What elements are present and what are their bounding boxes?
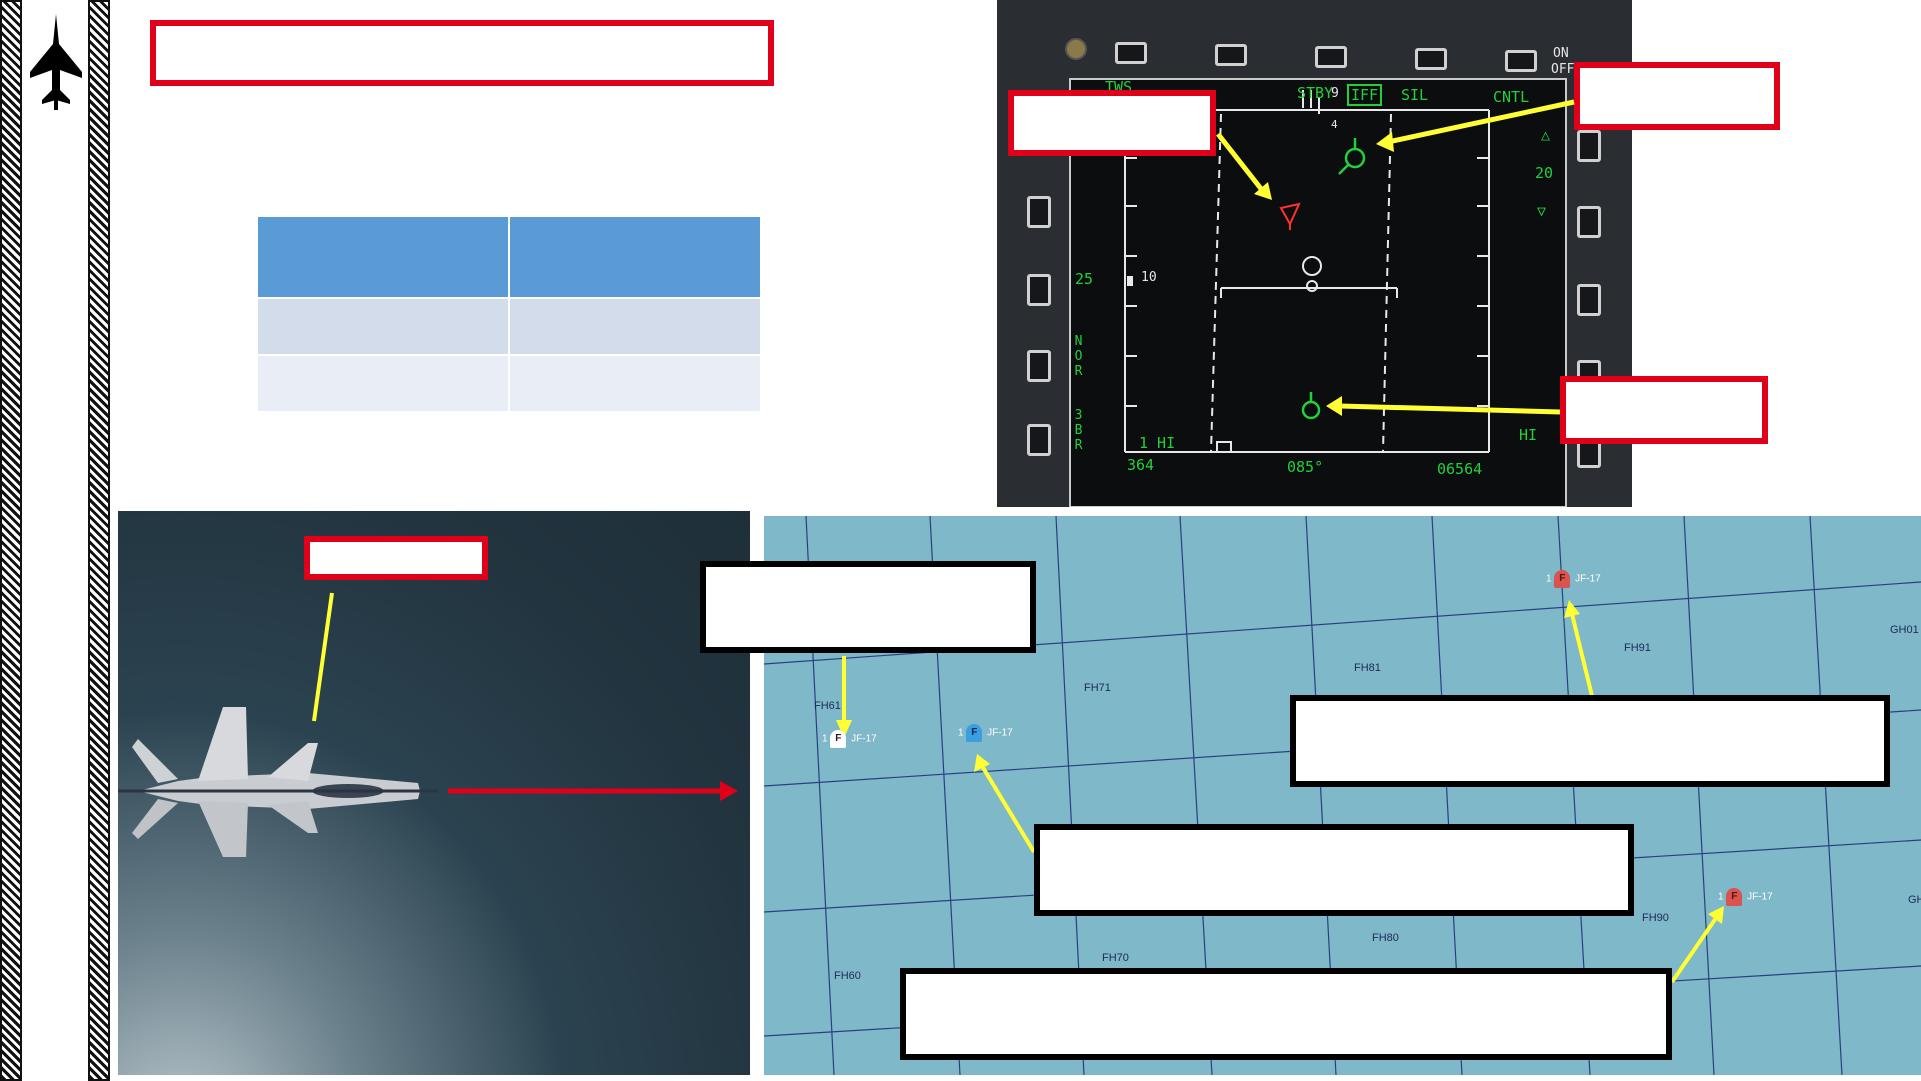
table-cell — [256, 297, 510, 356]
osb-button — [1215, 44, 1247, 66]
fighter-icon: F — [1726, 888, 1743, 906]
unit-prefix: 1 — [958, 727, 964, 739]
osb-button — [1027, 196, 1051, 228]
radar-callout-bottom-right — [1560, 376, 1768, 444]
grid-label: GH01 — [1890, 624, 1919, 636]
fighter-icon: F — [1554, 570, 1571, 588]
radar-callout-top-right — [1574, 62, 1780, 130]
right-rail-stripe — [88, 0, 110, 1081]
unit-label: JF-17 — [851, 733, 877, 745]
grid-label: FH70 — [1102, 952, 1129, 964]
unit-prefix: 1 — [822, 733, 828, 745]
map-callout-red-unit-bottom — [900, 968, 1672, 1060]
unit-marker-blue[interactable]: 1 F JF-17 — [958, 724, 1013, 742]
osb-button — [1415, 48, 1447, 70]
grid-label: FH60 — [834, 970, 861, 982]
bar-label: 3BR — [1071, 408, 1086, 453]
table-cell — [508, 354, 762, 413]
table-cell — [256, 354, 510, 413]
altitude-value: 06564 — [1437, 460, 1483, 478]
left-scale-value: 25 — [1075, 270, 1094, 288]
fighter-icon: F — [830, 730, 847, 748]
info-table — [256, 215, 762, 413]
osb-button — [1027, 350, 1051, 382]
table-cell — [508, 297, 762, 356]
osb-button — [1315, 46, 1347, 68]
unit-prefix: 1 — [1546, 573, 1552, 585]
jf17-aircraft-image — [118, 707, 438, 857]
iff-label: IFF — [1347, 84, 1383, 106]
title-box — [150, 20, 774, 86]
map-callout-red-unit-top — [1290, 695, 1890, 787]
table-header-cell — [508, 215, 762, 299]
osb-button — [1577, 206, 1601, 238]
grid-label: FH80 — [1372, 932, 1399, 944]
left-rail-stripe — [0, 0, 22, 1081]
altitude-small-number: 4 — [1331, 118, 1338, 131]
fighter-icon: F — [966, 724, 983, 742]
sil-label: SIL — [1401, 86, 1429, 104]
altitude-small-number: 9 — [1331, 86, 1339, 101]
grid-label: FH91 — [1624, 642, 1651, 654]
brightness-knob-icon — [1065, 38, 1087, 60]
heading-value: 364 — [1127, 456, 1155, 474]
radar-callout-left — [1008, 90, 1216, 156]
bearing-value: 085° — [1287, 458, 1324, 476]
unit-label: JF-17 — [987, 727, 1013, 739]
stby-label: STBY — [1297, 84, 1334, 102]
unit-label: JF-17 — [1575, 573, 1601, 585]
osb-button — [1577, 130, 1601, 162]
osb-button — [1505, 50, 1537, 72]
unit-marker-red[interactable]: 1 F JF-17 — [1546, 570, 1601, 588]
nor-label: NOR — [1071, 334, 1086, 379]
on-label: ON — [1553, 46, 1569, 61]
map-callout-white-unit — [700, 561, 1036, 653]
radar-mfd-screenshot: ON OFF TWS STBY IFF SIL CNTL 9 4 △ 20 ▽ … — [997, 0, 1632, 507]
range-up-icon: △ — [1541, 126, 1551, 144]
unit-marker-white[interactable]: 1 F JF-17 — [822, 730, 877, 748]
grid-label: FH81 — [1354, 662, 1381, 674]
osb-button — [1115, 42, 1147, 64]
off-label: OFF — [1551, 62, 1575, 77]
photo-callout — [304, 536, 488, 580]
unit-marker-red[interactable]: 1 F JF-17 — [1718, 888, 1773, 906]
map-callout-blue-unit — [1034, 824, 1634, 916]
grid-label: FH71 — [1084, 682, 1111, 694]
unit-prefix: 1 — [1718, 891, 1724, 903]
hi-right-label: HI — [1519, 426, 1538, 444]
grid-label: FH90 — [1642, 912, 1669, 924]
grid-label: GH — [1908, 894, 1921, 906]
aircraft-photo — [118, 511, 750, 1075]
table-header-cell — [256, 215, 510, 299]
osb-button — [1577, 284, 1601, 316]
grid-label: FH61 — [814, 700, 841, 712]
osb-button — [1027, 424, 1051, 456]
unit-label: JF-17 — [1747, 891, 1773, 903]
range-down-icon: ▽ — [1537, 202, 1547, 220]
osb-button — [1027, 274, 1051, 306]
range-value: 20 — [1535, 164, 1554, 182]
scale-mark-value: 10 — [1141, 270, 1157, 285]
cntl-label: CNTL — [1493, 88, 1530, 106]
hi-left-label: 1 HI — [1139, 434, 1176, 452]
jet-silhouette-icon — [28, 14, 84, 110]
